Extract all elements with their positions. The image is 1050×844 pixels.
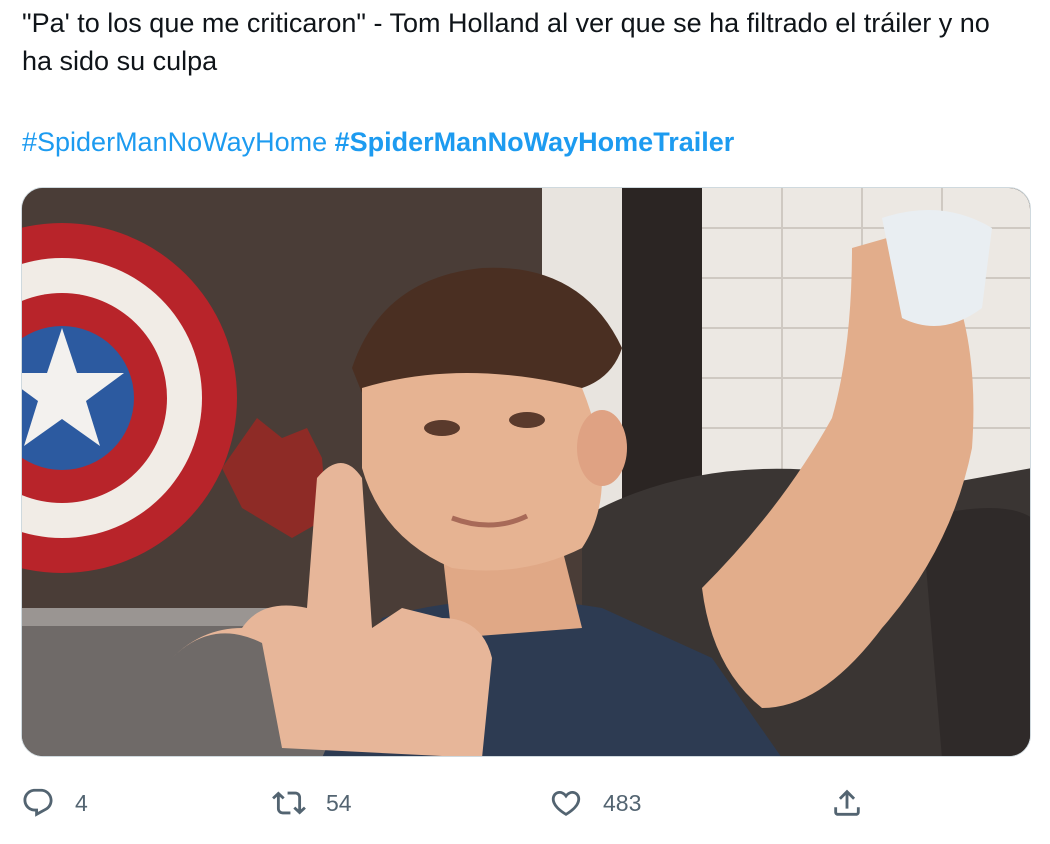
share-icon [834, 789, 860, 816]
photo-illustration [22, 188, 1030, 756]
photo-door-frame [622, 188, 712, 518]
reply-count: 4 [75, 789, 88, 816]
hashtag-line: #SpiderManNoWayHome #SpiderManNoWayHomeT… [22, 123, 734, 161]
reply-button[interactable]: 4 [21, 780, 88, 826]
tweet-text: "Pa' to los que me criticaron" - Tom Hol… [22, 8, 990, 76]
retweet-button[interactable]: 54 [272, 780, 352, 826]
tweet-photo[interactable] [21, 187, 1031, 757]
retweet-count: 54 [326, 789, 352, 816]
like-count: 483 [603, 789, 642, 816]
action-bar: 4 54 483 [0, 780, 1050, 826]
reply-icon [23, 788, 53, 817]
hashtag-spidermannowayhome[interactable]: #SpiderManNoWayHome [22, 127, 327, 157]
heart-icon [551, 790, 581, 816]
share-button[interactable] [830, 780, 864, 826]
hashtag-spidermannowayhometrailer[interactable]: #SpiderManNoWayHomeTrailer [335, 127, 735, 157]
like-button[interactable]: 483 [549, 780, 641, 826]
retweet-icon [272, 791, 306, 815]
